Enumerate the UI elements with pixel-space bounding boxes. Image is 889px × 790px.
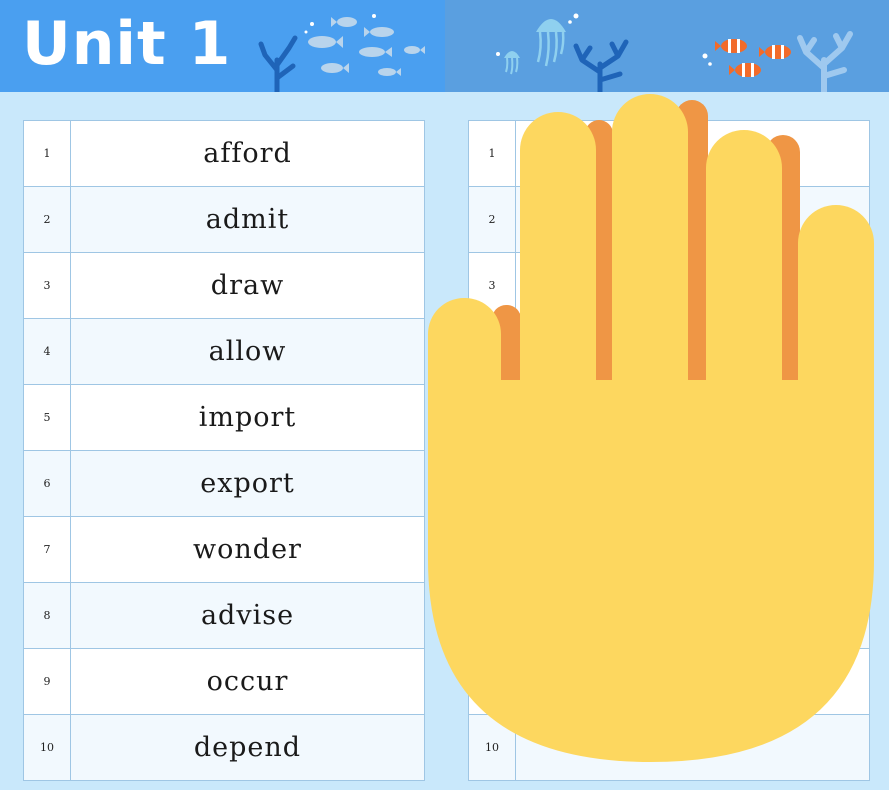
coral-light-icon: [797, 31, 853, 92]
hidden-word-cell[interactable]: [516, 253, 869, 318]
row-number: 7: [24, 517, 71, 582]
table-row: 8: [469, 583, 869, 649]
unit-title: Unit 1: [22, 9, 232, 79]
word-cell: export: [200, 468, 295, 499]
row-number: 7: [469, 517, 516, 582]
row-number: 1: [24, 121, 71, 186]
table-row: 2 admit: [24, 187, 424, 253]
fish-school-icon: [304, 14, 425, 76]
table-row: 2: [469, 187, 869, 253]
row-number: 2: [469, 187, 516, 252]
row-number: 9: [24, 649, 71, 714]
coral-icon: [573, 39, 629, 92]
table-row: 7: [469, 517, 869, 583]
row-number: 2: [24, 187, 71, 252]
table-row: 5: [469, 385, 869, 451]
hidden-word-cell[interactable]: [516, 187, 869, 252]
word-table-right: 1 2 3 4 5 6 7 8 9 10: [468, 120, 870, 781]
word-cell: occur: [206, 666, 289, 697]
table-row: 10 depend: [24, 715, 424, 780]
table-row: 3: [469, 253, 869, 319]
table-row: 9 occur: [24, 649, 424, 715]
table-row: 6: [469, 451, 869, 517]
row-number: 4: [469, 319, 516, 384]
row-number: 8: [24, 583, 71, 648]
hidden-word-cell[interactable]: [516, 451, 869, 516]
row-number: 10: [24, 715, 71, 780]
row-number: 3: [469, 253, 516, 318]
table-row: 6 export: [24, 451, 424, 517]
hidden-word-cell[interactable]: [516, 121, 869, 186]
word-cell: admit: [205, 204, 290, 235]
table-row: 1: [469, 121, 869, 187]
table-row: 9: [469, 649, 869, 715]
row-number: 9: [469, 649, 516, 714]
word-cell: advise: [200, 600, 295, 631]
row-number: 8: [469, 583, 516, 648]
row-number: 3: [24, 253, 71, 318]
row-number: 4: [24, 319, 71, 384]
table-row: 4 allow: [24, 319, 424, 385]
table-row: 1 afford: [24, 121, 424, 187]
unit-header: Unit 1: [0, 0, 889, 92]
word-cell: depend: [193, 732, 302, 763]
hidden-word-cell[interactable]: [516, 649, 869, 714]
row-number: 6: [24, 451, 71, 516]
row-number: 10: [469, 715, 516, 780]
row-number: 6: [469, 451, 516, 516]
word-cell: allow: [208, 336, 287, 367]
table-row: 5 import: [24, 385, 424, 451]
clownfish-icon: [702, 39, 791, 77]
table-row: 7 wonder: [24, 517, 424, 583]
table-row: 3 draw: [24, 253, 424, 319]
row-number: 5: [469, 385, 516, 450]
word-cell: draw: [210, 270, 285, 301]
hidden-word-cell[interactable]: [516, 583, 869, 648]
hidden-word-cell[interactable]: [516, 385, 869, 450]
table-row: 8 advise: [24, 583, 424, 649]
word-cell: afford: [203, 138, 292, 169]
row-number: 5: [24, 385, 71, 450]
word-cell: wonder: [193, 534, 302, 565]
table-row: 4: [469, 319, 869, 385]
word-cell: import: [198, 402, 297, 433]
hidden-word-cell[interactable]: [516, 715, 869, 780]
hidden-word-cell[interactable]: [516, 517, 869, 582]
row-number: 1: [469, 121, 516, 186]
word-table-left: 1 afford 2 admit 3 draw 4 allow 5 import 6 exp…: [23, 120, 425, 781]
hidden-word-cell[interactable]: [516, 319, 869, 384]
table-row: 10: [469, 715, 869, 780]
